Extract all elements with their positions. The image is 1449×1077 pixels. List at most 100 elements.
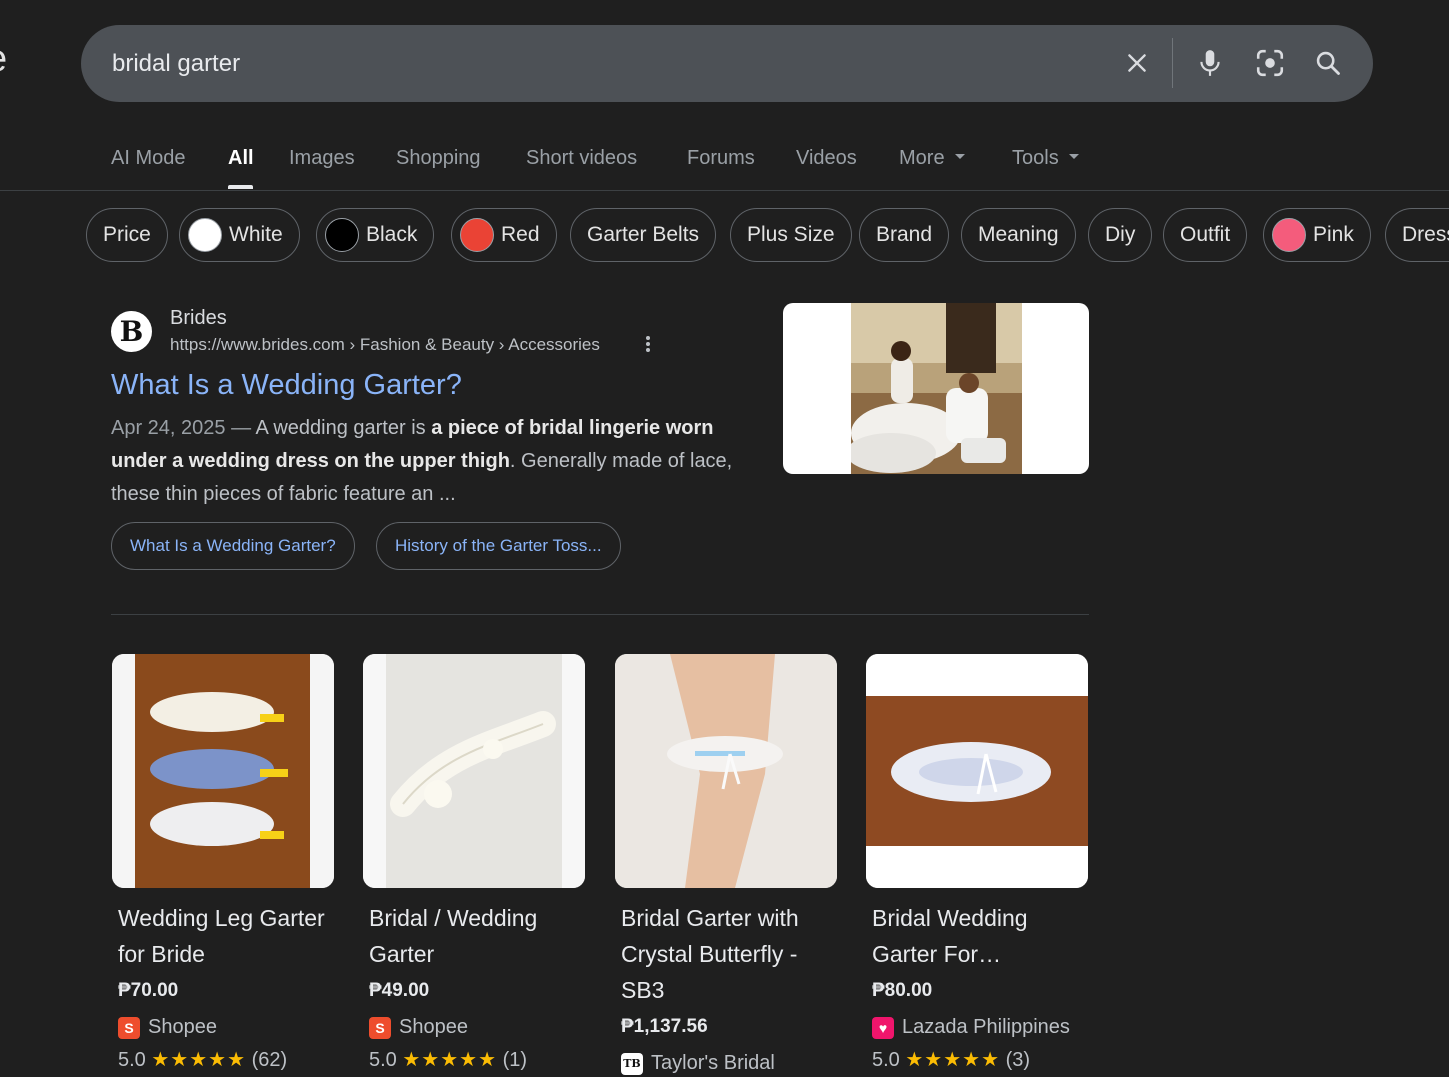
- snippet-date: Apr 24, 2025: [111, 417, 226, 439]
- microphone-icon[interactable]: [1192, 45, 1228, 81]
- rating-value: 5.0: [369, 1049, 397, 1071]
- product-price: ₱80.00: [872, 980, 933, 1001]
- search-icon[interactable]: [1310, 45, 1346, 81]
- chip-black[interactable]: Black: [316, 208, 435, 262]
- filter-chips: Price White Black Red Garter Belts Plus …: [0, 208, 1449, 264]
- color-swatch: [325, 218, 359, 252]
- color-swatch: [188, 218, 222, 252]
- wedding-photo-image: [851, 303, 1022, 474]
- product-image: [363, 654, 585, 888]
- product-image: [615, 654, 837, 888]
- site-favicon: B: [111, 311, 152, 352]
- tab-more[interactable]: More: [899, 147, 965, 170]
- chip-pink[interactable]: Pink: [1263, 208, 1371, 262]
- chip-label: Meaning: [978, 223, 1059, 246]
- active-tab-indicator: [228, 185, 253, 189]
- search-tabs: AI Mode All Images Shopping Short videos…: [0, 130, 1449, 191]
- chevron-down-icon: [1068, 154, 1079, 160]
- tab-shopping[interactable]: Shopping: [396, 147, 481, 170]
- site-name[interactable]: Brides: [170, 307, 227, 330]
- site-url[interactable]: https://www.brides.com › Fashion & Beaut…: [170, 335, 600, 355]
- tab-all[interactable]: All: [228, 147, 254, 170]
- chip-label: Brand: [876, 223, 933, 246]
- product-store: S Shopee: [363, 1016, 586, 1039]
- result-thumbnail[interactable]: [783, 303, 1089, 474]
- chip-red[interactable]: Red: [451, 208, 557, 262]
- search-results-page: e AI Mode All Images Shopping Short vide…: [0, 0, 1449, 1077]
- chip-white[interactable]: White: [179, 208, 300, 262]
- star-icons: ★★★★★: [151, 1049, 247, 1071]
- result-snippet: Apr 24, 2025 — A wedding garter is a pie…: [111, 412, 761, 511]
- rating-value: 5.0: [118, 1049, 146, 1071]
- product-store: TB Taylor's Bridal: [615, 1052, 838, 1075]
- tab-forums[interactable]: Forums: [687, 147, 755, 170]
- more-options-icon[interactable]: [638, 334, 658, 358]
- product-card[interactable]: Bridal Wedding Garter For… ₱80.00 ♥ Lazad…: [866, 654, 1089, 1072]
- color-swatch: [1272, 218, 1306, 252]
- shopee-icon: S: [369, 1016, 391, 1039]
- store-name: Taylor's Bridal: [651, 1052, 775, 1074]
- chip-meaning[interactable]: Meaning: [961, 208, 1076, 262]
- tab-short-videos[interactable]: Short videos: [526, 147, 637, 170]
- review-count: (62): [251, 1049, 288, 1071]
- google-logo[interactable]: e: [0, 38, 7, 81]
- sitelink-what-is-garter[interactable]: What Is a Wedding Garter?: [111, 522, 355, 570]
- snippet-separator: —: [225, 417, 256, 439]
- product-rating: 5.0 ★★★★★ (62): [112, 1047, 335, 1072]
- tab-tools-label: Tools: [1012, 147, 1059, 169]
- chip-garter-belts[interactable]: Garter Belts: [570, 208, 717, 262]
- chip-label: Outfit: [1180, 223, 1231, 246]
- product-card[interactable]: Bridal Garter with Crystal Butterfly - S…: [615, 654, 838, 1075]
- snippet-text: A wedding garter is: [255, 417, 432, 439]
- shopee-icon: S: [118, 1016, 140, 1039]
- product-title: Bridal Wedding Garter For…: [872, 905, 1028, 967]
- search-bar-divider: [1172, 38, 1173, 88]
- sitelink-garter-toss[interactable]: History of the Garter Toss...: [376, 522, 621, 570]
- product-store: ♥ Lazada Philippines: [866, 1016, 1089, 1039]
- chip-label: Dress: [1402, 223, 1449, 246]
- chip-dress[interactable]: Dress: [1385, 208, 1449, 262]
- product-price: ₱70.00: [118, 980, 179, 1001]
- product-card[interactable]: Wedding Leg Garter for Bride ₱70.00 S Sho…: [112, 654, 335, 1072]
- lazada-icon: ♥: [872, 1016, 894, 1039]
- store-name: Shopee: [148, 1016, 217, 1038]
- chip-price[interactable]: Price: [86, 208, 168, 262]
- chip-label: Price: [103, 223, 151, 246]
- taylors-bridal-icon: TB: [621, 1052, 643, 1075]
- product-rating: 5.0 ★★★★★ (3): [866, 1047, 1089, 1072]
- chip-label: Pink: [1313, 223, 1354, 246]
- lens-icon[interactable]: [1252, 45, 1288, 81]
- tab-ai-mode[interactable]: AI Mode: [111, 147, 185, 170]
- store-name: Shopee: [399, 1016, 468, 1038]
- product-title: Wedding Leg Garter for Bride: [118, 905, 325, 967]
- tab-more-label: More: [899, 147, 945, 169]
- search-bar: [81, 25, 1373, 102]
- tab-tools[interactable]: Tools: [1012, 147, 1079, 170]
- rating-value: 5.0: [872, 1049, 900, 1071]
- chip-label: Diy: [1105, 223, 1136, 246]
- star-icons: ★★★★★: [905, 1049, 1001, 1071]
- chip-diy[interactable]: Diy: [1088, 208, 1153, 262]
- product-price: ₱1,137.56: [621, 1016, 708, 1037]
- chip-label: Red: [501, 223, 540, 246]
- tab-videos[interactable]: Videos: [796, 147, 857, 170]
- product-store: S Shopee: [112, 1016, 335, 1039]
- section-divider: [111, 614, 1089, 615]
- star-icons: ★★★★★: [402, 1049, 498, 1071]
- result-title-link[interactable]: What Is a Wedding Garter?: [111, 369, 462, 402]
- chip-brand[interactable]: Brand: [859, 208, 950, 262]
- product-image: [112, 654, 334, 888]
- product-image: [866, 654, 1088, 888]
- product-card[interactable]: Bridal / Wedding Garter ₱49.00 S Shopee 5…: [363, 654, 586, 1072]
- product-title: Bridal / Wedding Garter: [369, 905, 538, 967]
- close-icon[interactable]: [1119, 45, 1155, 81]
- chip-plus-size[interactable]: Plus Size: [730, 208, 852, 262]
- store-name: Lazada Philippines: [902, 1016, 1070, 1038]
- chip-label: Garter Belts: [587, 223, 700, 246]
- product-rating: 5.0 ★★★★★ (1): [363, 1047, 586, 1072]
- chip-outfit[interactable]: Outfit: [1163, 208, 1248, 262]
- tab-images[interactable]: Images: [289, 147, 355, 170]
- search-input[interactable]: [112, 47, 1112, 81]
- chevron-down-icon: [954, 154, 965, 160]
- chip-label: Black: [366, 223, 418, 246]
